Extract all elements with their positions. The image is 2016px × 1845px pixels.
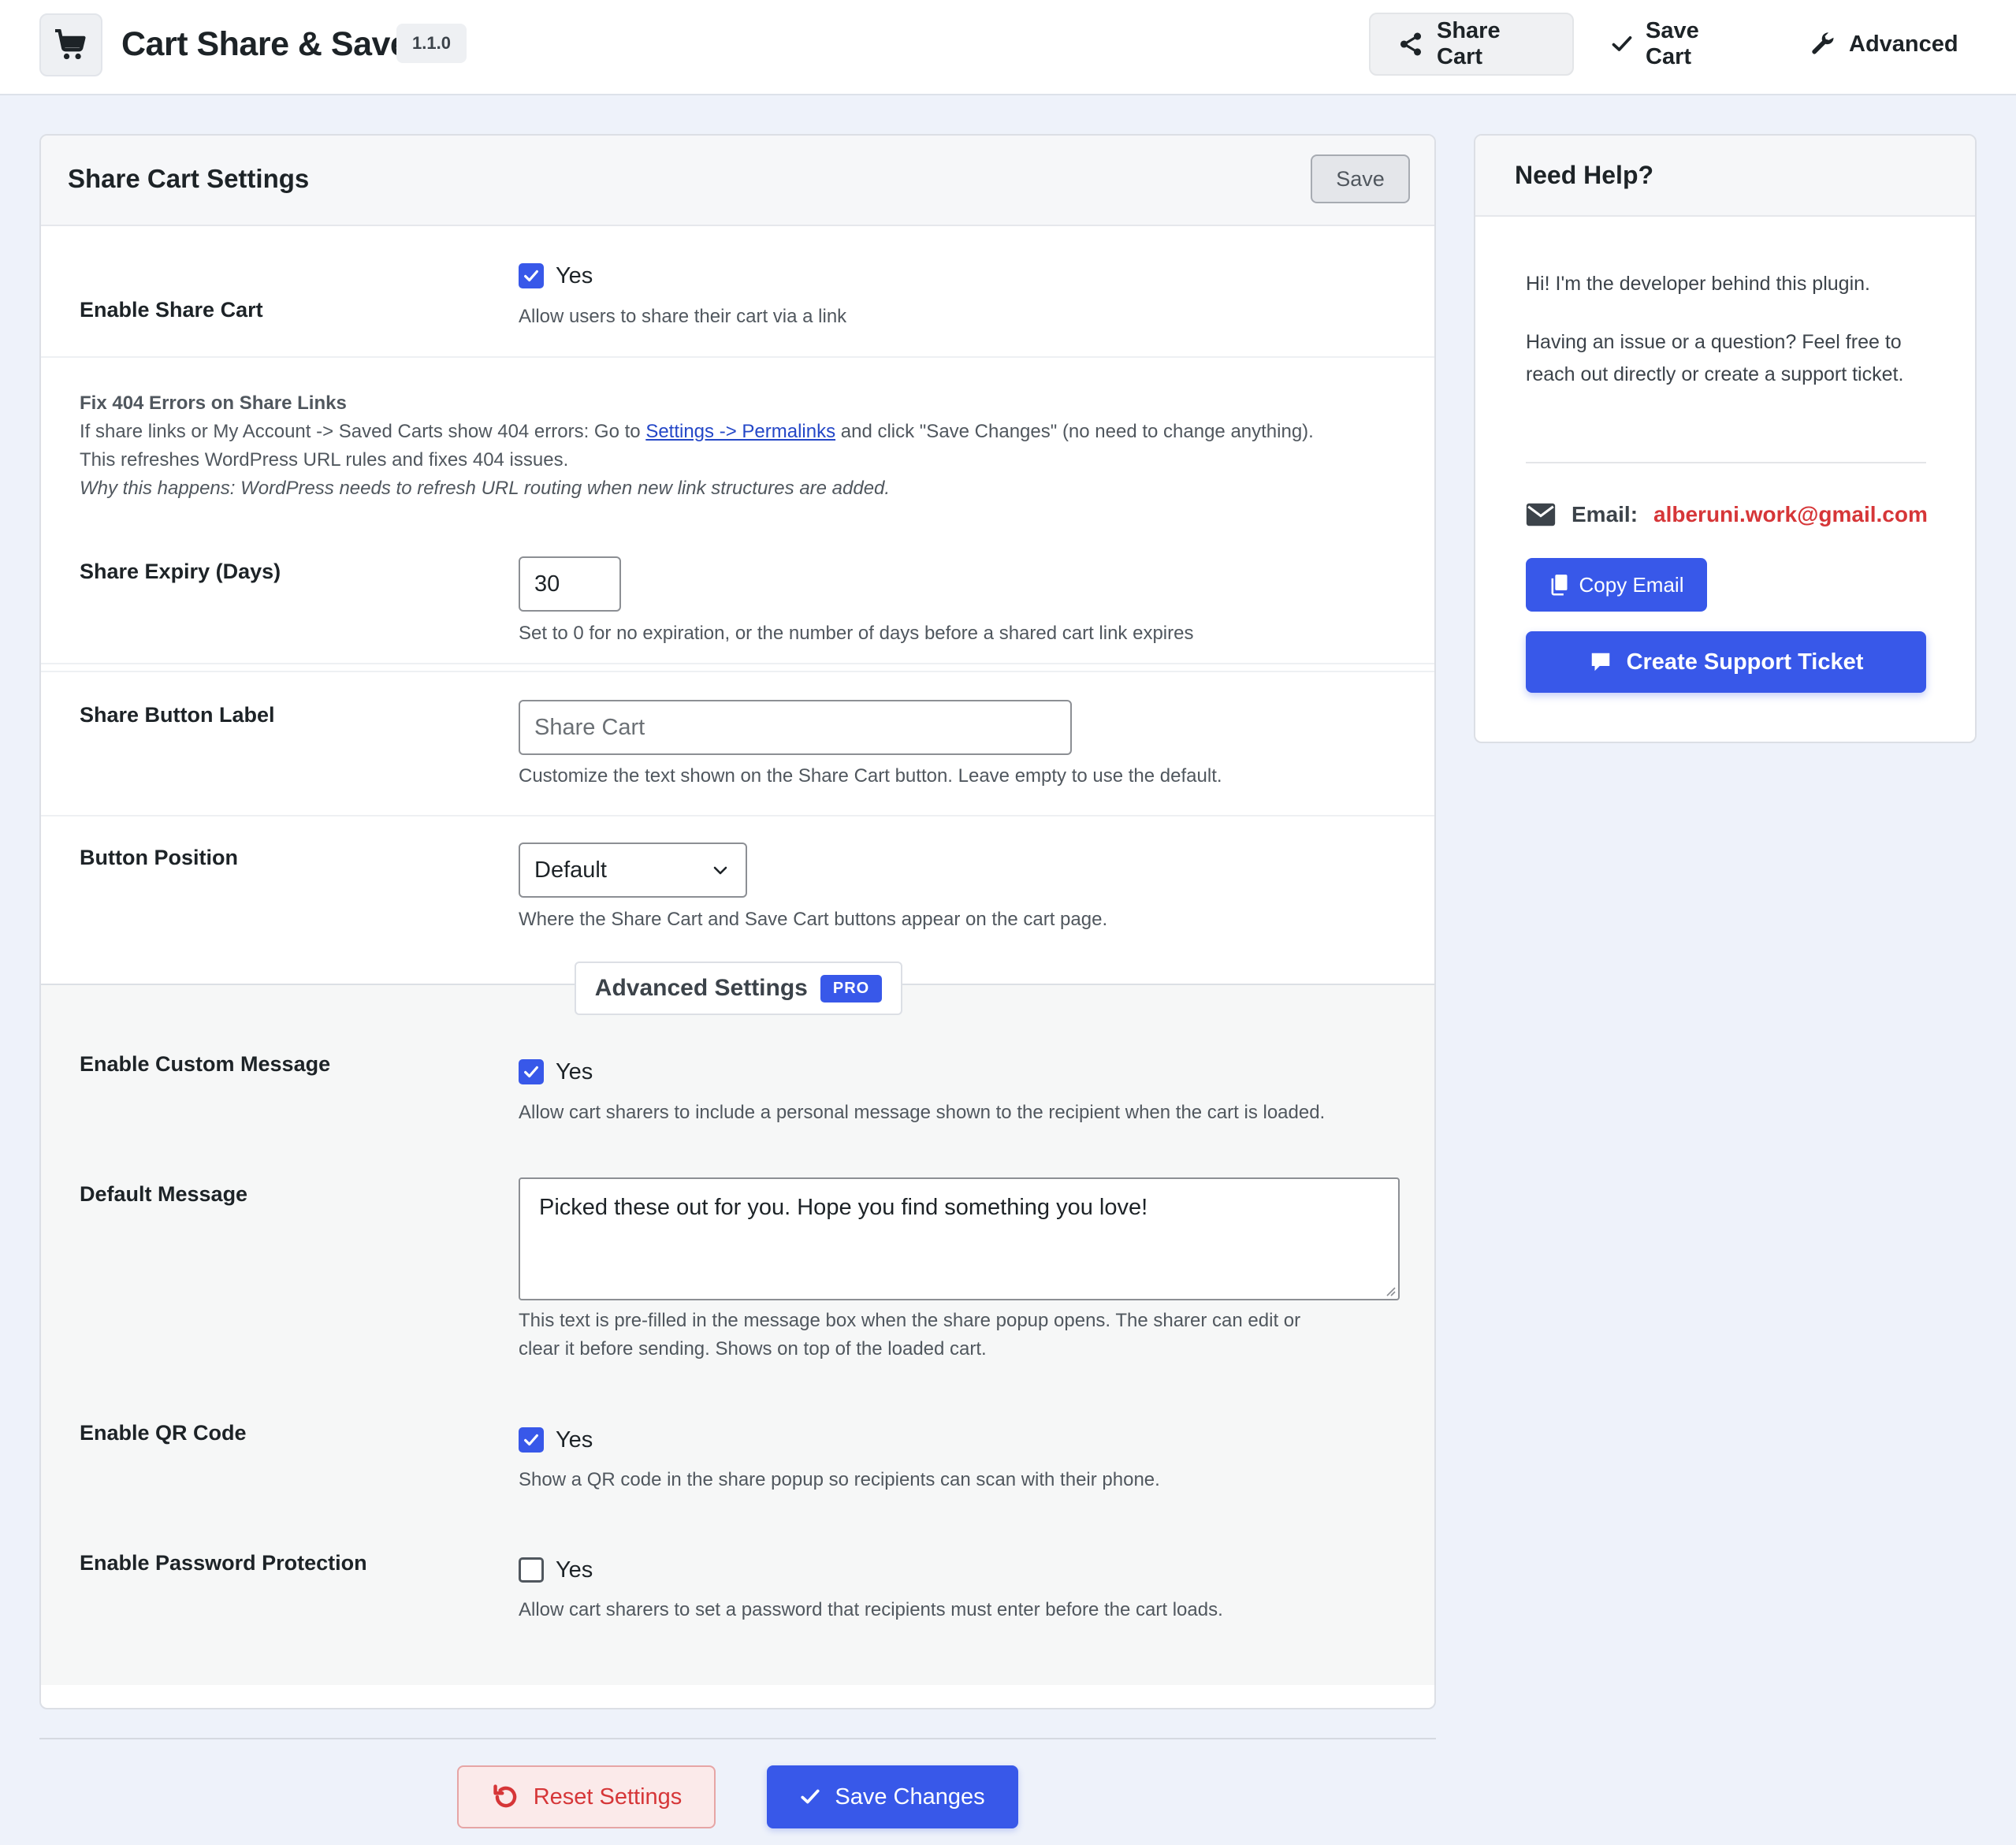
help-body: Having an issue or a question? Feel free… <box>1526 331 1904 385</box>
reset-icon <box>493 1784 516 1808</box>
wrench-icon <box>1812 32 1834 54</box>
share-button-label-input[interactable]: Share Cart <box>519 700 1072 755</box>
share-expiry-help: Set to 0 for no expiration, or the numbe… <box>519 623 1194 644</box>
share-expiry-input[interactable]: 30 <box>519 556 621 612</box>
help-card-title: Need Help? <box>1515 161 1654 189</box>
share-cart-settings-panel: Share Cart Settings Save Enable Share Ca… <box>39 134 1436 1709</box>
create-support-ticket-button[interactable]: Create Support Ticket <box>1526 631 1926 693</box>
checkmark-icon <box>524 1434 538 1446</box>
enable-share-cart-checkbox[interactable] <box>519 263 544 288</box>
share-button-label-help: Customize the text shown on the Share Ca… <box>519 765 1222 787</box>
nav-share-cart-label: Share Cart <box>1437 18 1501 69</box>
create-support-ticket-label: Create Support Ticket <box>1626 649 1864 675</box>
default-message-value: Picked these out for you. Hope you find … <box>539 1195 1148 1220</box>
custom-message-help: Allow cart sharers to include a personal… <box>519 1102 1326 1123</box>
qr-code-label: Enable QR Code <box>80 1421 247 1445</box>
top-bar: Cart Share & Save 1.1.0 Share Cart Save … <box>0 0 2016 95</box>
enable-share-cart-yes: Yes <box>556 263 593 288</box>
email-value[interactable]: alberuni.work@gmail.com <box>1653 502 1928 527</box>
comment-icon <box>1591 653 1609 671</box>
nav-save-cart-label: Save Cart <box>1646 18 1699 69</box>
password-protection-help: Allow cart sharers to set a password tha… <box>519 1599 1223 1620</box>
need-help-card: Need Help? Hi! I'm the developer behind … <box>1474 134 1977 743</box>
notice-line-1: If share links or My Account -> Saved Ca… <box>80 421 1314 442</box>
save-changes-label: Save Changes <box>835 1784 985 1810</box>
nav-share-cart[interactable]: Share Cart <box>1369 13 1574 76</box>
panel-title: Share Cart Settings <box>68 164 310 193</box>
button-position-select[interactable]: Default <box>519 843 747 898</box>
checkmark-icon <box>524 1066 538 1078</box>
reset-settings-label: Reset Settings <box>533 1784 683 1810</box>
default-message-help-1: This text is pre-filled in the message b… <box>519 1310 1301 1331</box>
check-icon <box>1612 35 1632 51</box>
check-icon <box>801 1789 820 1804</box>
save-changes-button[interactable]: Save Changes <box>767 1765 1018 1828</box>
share-expiry-label: Share Expiry (Days) <box>80 560 281 583</box>
default-message-label: Default Message <box>80 1182 248 1206</box>
button-position-value: Default <box>534 857 607 883</box>
notice-title: Fix 404 Errors on Share Links <box>80 392 347 414</box>
enable-share-cart-row <box>41 226 1434 358</box>
default-message-textarea[interactable]: Picked these out for you. Hope you find … <box>519 1177 1400 1300</box>
copy-email-button[interactable]: Copy Email <box>1526 558 1707 612</box>
button-position-help: Where the Share Cart and Save Cart butto… <box>519 909 1108 930</box>
default-message-help-2: clear it before sending. Shows on top of… <box>519 1338 987 1360</box>
custom-message-label: Enable Custom Message <box>80 1052 331 1076</box>
email-label: Email: <box>1572 502 1638 526</box>
custom-message-checkbox[interactable] <box>519 1059 544 1084</box>
password-protection-checkbox[interactable] <box>519 1557 544 1583</box>
pro-badge: PRO <box>820 974 883 1002</box>
help-intro: Hi! I'm the developer behind this plugin… <box>1526 273 1870 295</box>
panel-header: Share Cart Settings Save <box>41 136 1434 226</box>
share-button-label-label: Share Button Label <box>80 703 275 727</box>
qr-code-yes: Yes <box>556 1427 593 1453</box>
enable-share-cart-label: Enable Share Cart <box>80 298 263 322</box>
custom-message-yes: Yes <box>556 1059 593 1084</box>
header-save-button[interactable]: Save <box>1311 154 1410 203</box>
mail-icon <box>1526 503 1556 526</box>
permalinks-link[interactable]: Settings -> Permalinks <box>645 421 835 442</box>
nav-save-cart[interactable]: Save Cart <box>1584 13 1773 76</box>
version-badge: 1.1.0 <box>396 24 467 63</box>
reset-settings-button[interactable]: Reset Settings <box>457 1765 716 1828</box>
button-position-label: Button Position <box>80 846 238 869</box>
share-icon <box>1400 32 1422 56</box>
enable-share-cart-help: Allow users to share their cart via a li… <box>519 306 847 327</box>
password-protection-yes: Yes <box>556 1557 593 1583</box>
nav-advanced[interactable]: Advanced <box>1783 13 1972 76</box>
advanced-settings-tab: Advanced Settings PRO <box>575 962 902 1015</box>
actions-divider <box>39 1738 1436 1739</box>
copy-email-label: Copy Email <box>1579 572 1684 597</box>
qr-code-checkbox[interactable] <box>519 1427 544 1453</box>
app-title: Cart Share & Save <box>121 25 409 63</box>
cart-icon <box>55 29 86 60</box>
help-separator <box>1526 462 1926 463</box>
chevron-down-icon <box>713 866 727 875</box>
email-row: Email: alberuni.work@gmail.com <box>1526 502 1928 527</box>
checkmark-icon <box>524 270 538 282</box>
share-expiry-row <box>41 528 1434 672</box>
copy-icon <box>1551 575 1568 596</box>
help-card-header: Need Help? <box>1475 136 1975 217</box>
qr-code-help: Show a QR code in the share popup so rec… <box>519 1469 1160 1490</box>
notice-line-3: Why this happens: WordPress needs to ref… <box>80 478 891 499</box>
password-protection-label: Enable Password Protection <box>80 1551 367 1575</box>
advanced-settings-title: Advanced Settings <box>594 975 808 1001</box>
resize-grip-icon[interactable] <box>1383 1284 1396 1296</box>
notice-line-2: This refreshes WordPress URL rules and f… <box>80 449 569 471</box>
nav-advanced-label: Advanced <box>1849 31 1958 57</box>
cart-logo <box>39 13 102 76</box>
